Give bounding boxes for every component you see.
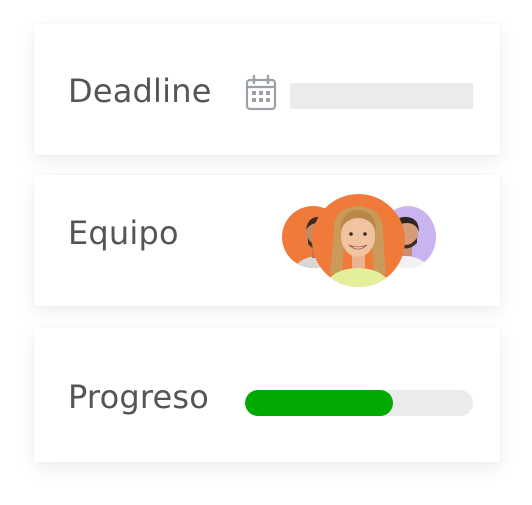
team-label: Equipo bbox=[68, 214, 179, 252]
deadline-date-field[interactable] bbox=[290, 83, 473, 109]
progress-bar-fill bbox=[245, 390, 394, 416]
progress-label: Progreso bbox=[68, 378, 210, 416]
deadline-card: Deadline bbox=[34, 24, 500, 155]
avatar-team-member-2[interactable] bbox=[312, 194, 405, 287]
progress-card: Progreso bbox=[34, 328, 500, 462]
team-card: Equipo bbox=[34, 175, 500, 306]
deadline-label: Deadline bbox=[68, 72, 212, 110]
progress-bar-track bbox=[245, 390, 473, 416]
calendar-icon[interactable] bbox=[244, 74, 278, 112]
